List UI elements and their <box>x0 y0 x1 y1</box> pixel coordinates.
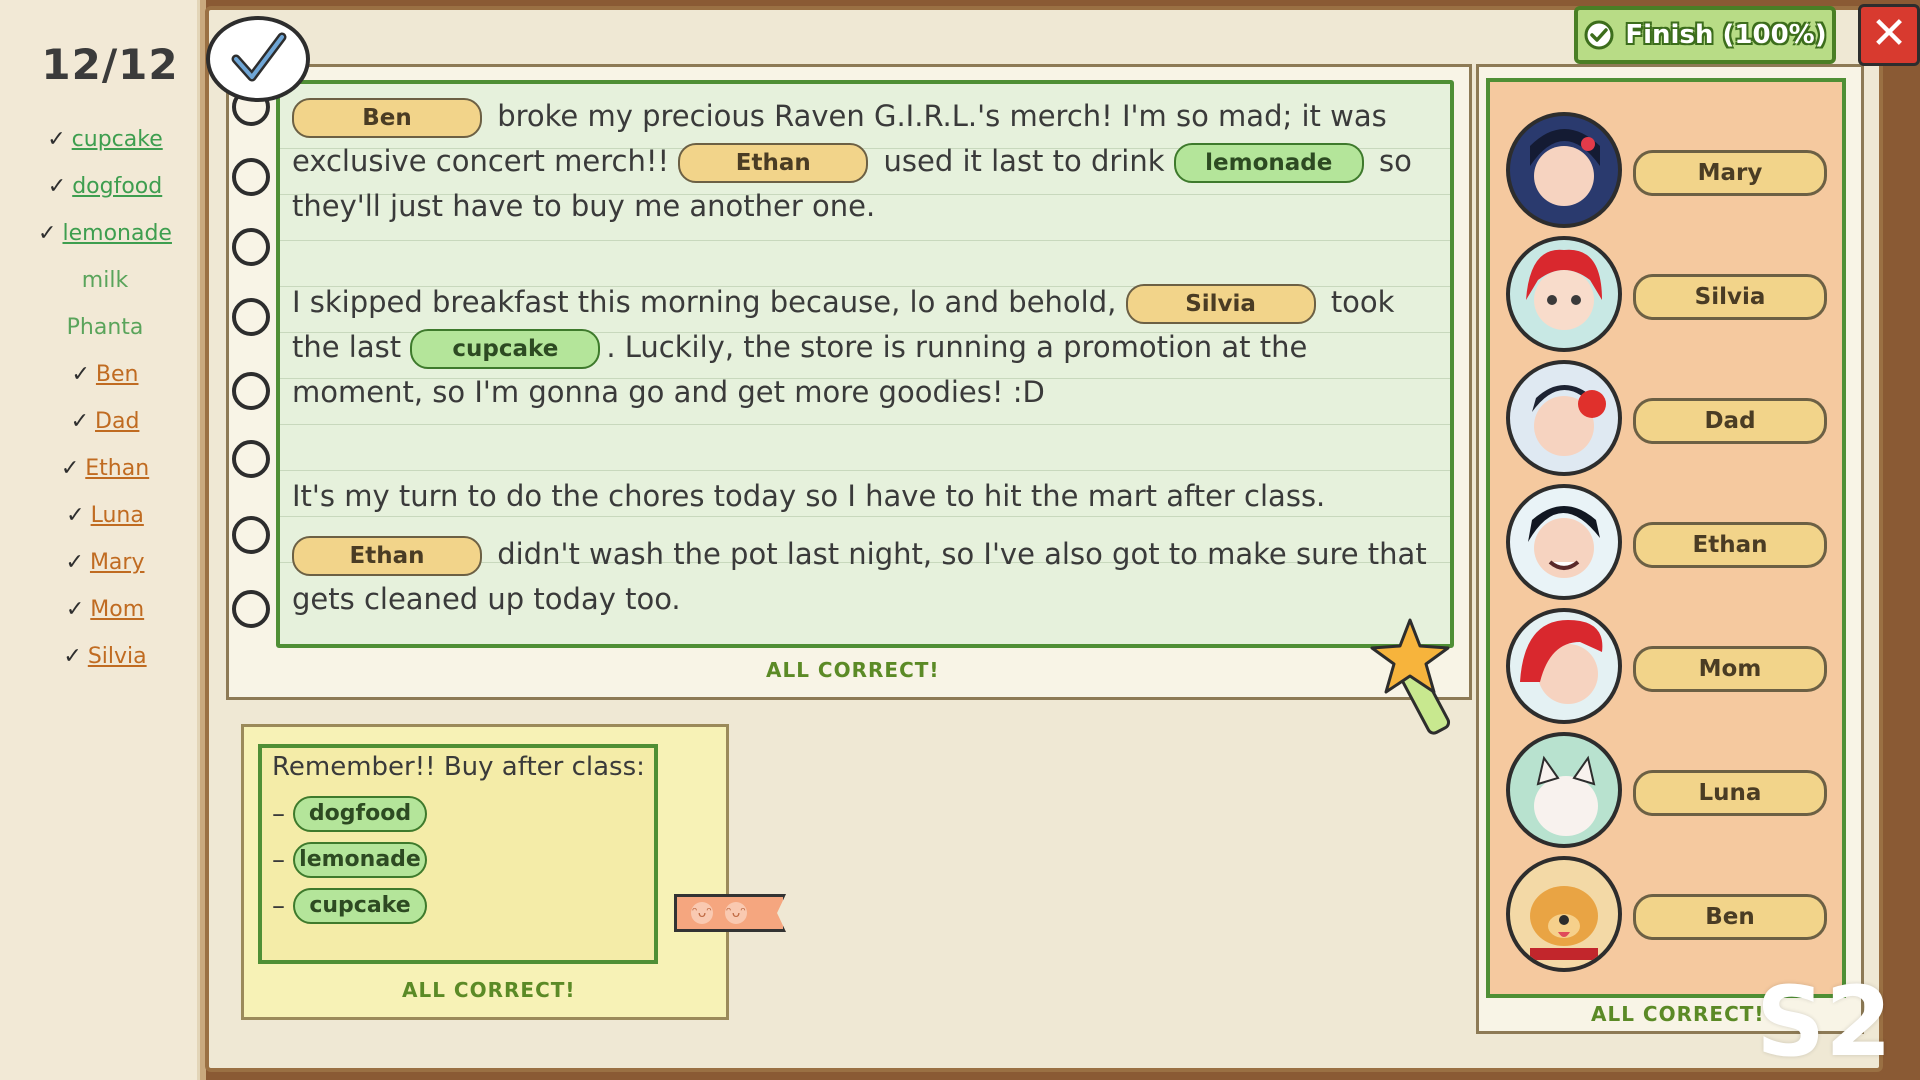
sticky-list-item: – cupcake <box>272 888 433 924</box>
sticky-title: Remember!! Buy after class: <box>272 752 645 782</box>
binder-ring <box>232 298 270 336</box>
checklist-label: Phanta <box>66 315 144 340</box>
avatar-dad-icon <box>1506 360 1622 476</box>
name-slot-silvia[interactable]: Silvia <box>1125 284 1316 324</box>
checklist-item-mary: ✓ Mary <box>0 539 210 586</box>
checklist-label[interactable]: cupcake <box>72 127 163 152</box>
avatar-mary-icon <box>1506 112 1622 228</box>
smiley-icon: ᵔᴗᵔ <box>725 902 747 924</box>
list-dash: – <box>272 891 285 921</box>
name-slot-ethan[interactable]: Ethan <box>678 143 869 183</box>
check-icon: ✓ <box>65 550 84 575</box>
binder-ring <box>232 590 270 628</box>
checklist-label[interactable]: Ethan <box>85 456 149 481</box>
check-icon: ✓ <box>63 644 82 669</box>
smiley-icon: ᵔᴗᵔ <box>691 902 713 924</box>
sticky-list-item: – lemonade <box>272 842 433 878</box>
checklist-label[interactable]: Mom <box>90 597 144 622</box>
checklist-item-cupcake: ✓ cupcake <box>0 116 210 163</box>
avatar-luna-icon <box>1506 732 1622 848</box>
checkmark-bubble-icon <box>206 16 310 102</box>
checklist-item-phanta: Phanta <box>0 304 210 351</box>
list-dash: – <box>272 799 285 829</box>
binder-ring <box>232 372 270 410</box>
avatar-silvia-icon <box>1506 236 1622 352</box>
item-slot-lemonade[interactable]: lemonade <box>1173 143 1364 183</box>
avatar-mom-icon <box>1506 608 1622 724</box>
name-slot-ben[interactable]: Ben <box>292 98 482 138</box>
checklist-item-dad: ✓ Dad <box>0 398 210 445</box>
star-pencil-icon <box>1370 616 1460 740</box>
checklist-item-milk: milk <box>0 257 210 304</box>
finish-label: Finish (100%) <box>1625 20 1827 50</box>
checklist-label[interactable]: Luna <box>91 503 144 528</box>
finish-button[interactable]: Finish (100%) <box>1574 6 1836 64</box>
binder-ring <box>232 516 270 554</box>
ruled-line <box>280 424 1450 425</box>
paragraph-text: I skipped breakfast this morning because… <box>292 285 1117 319</box>
check-icon: ✓ <box>38 221 57 246</box>
ruled-line <box>280 240 1450 241</box>
checkmark-icon <box>231 32 287 82</box>
checklist-label[interactable]: Ben <box>96 362 139 387</box>
close-button[interactable]: ✕ <box>1858 4 1920 66</box>
checklist-item-ethan: ✓ Ethan <box>0 445 210 492</box>
check-icon: ✓ <box>71 362 90 387</box>
diary-paragraph-3b: Ethan didn't wash the pot last night, so… <box>292 532 1432 622</box>
checklist-label[interactable]: Mary <box>90 550 145 575</box>
checklist-label[interactable]: lemonade <box>62 221 171 246</box>
character-pill-luna[interactable]: Luna <box>1633 770 1827 816</box>
checklist-item-silvia: ✓ Silvia <box>0 633 210 680</box>
check-icon: ✓ <box>60 456 80 481</box>
character-pill-dad[interactable]: Dad <box>1633 398 1827 444</box>
ribbon-tab-icon: ᵔᴗᵔ ᵔᴗᵔ <box>674 894 786 932</box>
item-slot-dogfood[interactable]: dogfood <box>293 796 427 832</box>
checklist: ✓ cupcake ✓ dogfood ✓ lemonade milk Phanta … <box>0 116 210 680</box>
character-pill-ethan[interactable]: Ethan <box>1633 522 1827 568</box>
checklist-sidebar: 12/12 ✓ cupcake ✓ dogfood ✓ lemonade milk P… <box>0 0 206 1080</box>
checklist-label: milk <box>81 268 129 293</box>
checkmark-circle-icon <box>1584 20 1614 50</box>
character-pill-silvia[interactable]: Silvia <box>1633 274 1827 320</box>
checklist-item-mom: ✓ Mom <box>0 586 210 633</box>
check-icon: ✓ <box>65 597 85 622</box>
paragraph-text: used it last to drink <box>883 144 1165 178</box>
avatar-ben-icon <box>1506 856 1622 972</box>
sticky-status: ALL CORRECT! <box>402 978 576 1002</box>
check-icon: ✓ <box>47 127 66 152</box>
ruled-line <box>280 470 1450 471</box>
diary-paragraph-1: Ben broke my precious Raven G.I.R.L.'s m… <box>292 94 1432 229</box>
diary-status: ALL CORRECT! <box>766 658 940 682</box>
avatar-ethan-icon <box>1506 484 1622 600</box>
list-dash: – <box>272 845 285 875</box>
binder-ring <box>232 440 270 478</box>
sticky-list-item: – dogfood <box>272 796 433 832</box>
character-pill-mary[interactable]: Mary <box>1633 150 1827 196</box>
checklist-item-dogfood: ✓ dogfood <box>0 163 210 210</box>
checklist-item-luna: ✓ Luna <box>0 492 210 539</box>
character-pill-mom[interactable]: Mom <box>1633 646 1827 692</box>
diary-paragraph-2: I skipped breakfast this morning because… <box>292 280 1432 415</box>
item-slot-cupcake[interactable]: cupcake <box>410 329 601 369</box>
binder-ring <box>232 228 270 266</box>
checklist-item-ben: ✓ Ben <box>0 351 210 398</box>
check-icon: ✓ <box>70 409 90 434</box>
stage-label: S2 <box>1756 966 1892 1078</box>
character-status: ALL CORRECT! <box>1591 1002 1765 1026</box>
checklist-item-lemonade: ✓ lemonade <box>0 210 210 257</box>
checklist-label[interactable]: Dad <box>95 409 139 434</box>
check-icon: ✓ <box>66 503 85 528</box>
progress-count: 12/12 <box>41 40 179 89</box>
character-pill-ben[interactable]: Ben <box>1633 894 1827 940</box>
paragraph-text: It's my turn to do the chores today so I… <box>292 479 1326 513</box>
checklist-label[interactable]: dogfood <box>72 174 162 199</box>
item-slot-cupcake[interactable]: cupcake <box>293 888 427 924</box>
item-slot-lemonade[interactable]: lemonade <box>293 842 427 878</box>
diary-paragraph-3: It's my turn to do the chores today so I… <box>292 474 1432 519</box>
checklist-label[interactable]: Silvia <box>88 644 147 669</box>
name-slot-ethan[interactable]: Ethan <box>292 536 482 576</box>
binder-ring <box>232 158 270 196</box>
check-icon: ✓ <box>47 174 67 199</box>
